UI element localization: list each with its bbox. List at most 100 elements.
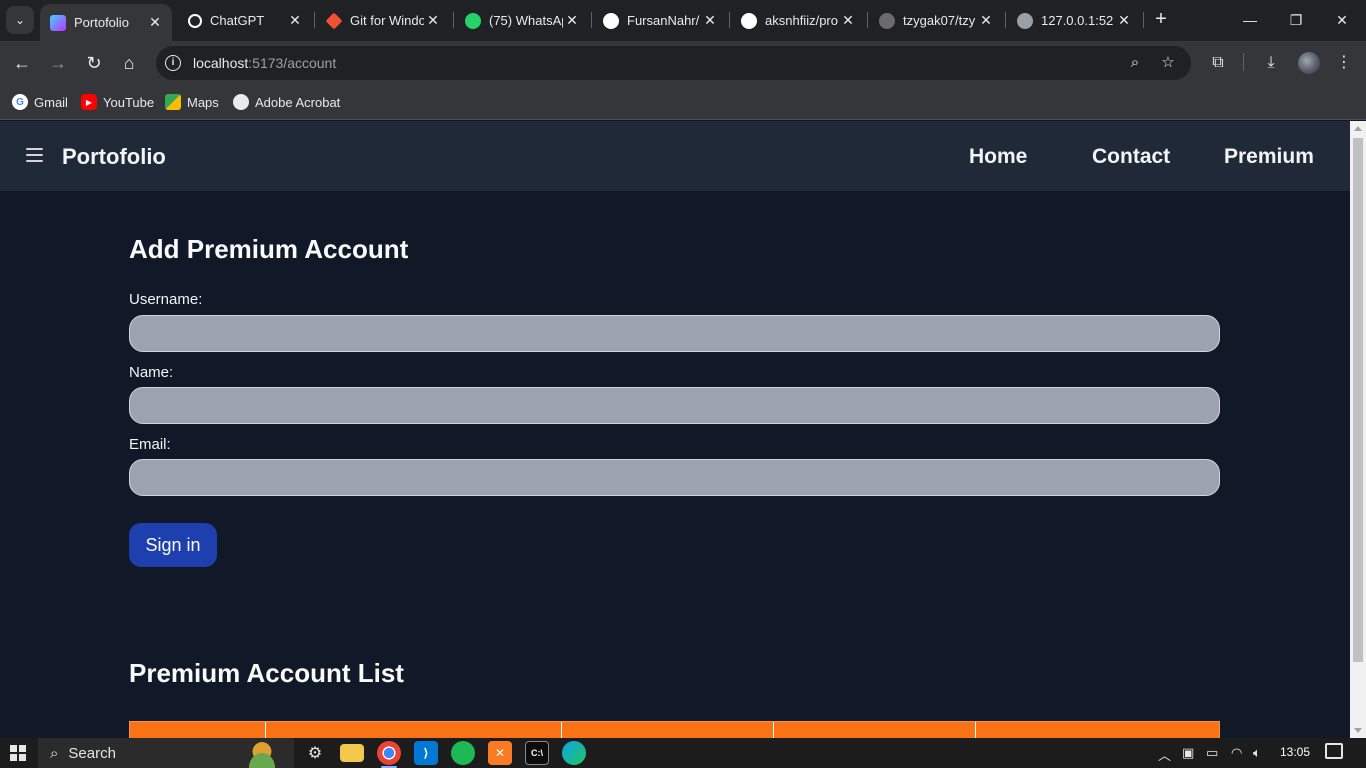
battery-icon[interactable]: ▭	[1206, 745, 1218, 761]
browser-tab-aksnhfiiz[interactable]: aksnhfiiz/pro ✕	[731, 4, 865, 37]
tab-title: tzygak07/tzy	[903, 13, 976, 28]
whatsapp-icon	[465, 12, 481, 29]
zoom-icon[interactable]: ⌕	[1125, 53, 1145, 73]
restore-icon[interactable]: ❐	[1276, 8, 1316, 32]
close-tab-icon[interactable]: ✕	[977, 12, 995, 29]
github-icon	[603, 12, 619, 29]
close-tab-icon[interactable]: ✕	[701, 12, 719, 29]
email-input[interactable]	[129, 459, 1220, 496]
address-bar[interactable]: i localhost:5173/account ⌕ ☆	[156, 46, 1191, 80]
browser-tab-fursannahr[interactable]: FursanNahr/ ✕	[593, 4, 727, 37]
bookmark-label: Maps	[187, 94, 219, 110]
sign-in-button[interactable]: Sign in	[129, 523, 217, 567]
username-label: Username:	[129, 291, 203, 308]
back-arrow-icon[interactable]: ←	[9, 50, 35, 76]
close-tab-icon[interactable]: ✕	[146, 14, 164, 31]
tab-search-button[interactable]: ⌄	[6, 6, 34, 34]
search-highlight-image	[236, 738, 288, 768]
tab-separator	[453, 12, 454, 28]
scrollbar-thumb[interactable]	[1353, 138, 1363, 662]
profile-avatar[interactable]	[1298, 52, 1320, 74]
bookmark-adobe-acrobat[interactable]: Adobe Acrobat	[233, 92, 340, 112]
tab-title: (75) WhatsAp	[489, 13, 563, 28]
close-tab-icon[interactable]: ✕	[424, 12, 442, 29]
email-label: Email:	[129, 436, 171, 453]
tab-separator	[867, 12, 868, 28]
taskbar-search-box[interactable]: ⌕ Search	[38, 738, 294, 768]
browser-tab-tzygak07[interactable]: tzygak07/tzy ✕	[869, 4, 1003, 37]
browser-tab-chatgpt[interactable]: ChatGPT ✕	[178, 4, 312, 37]
browser-tab-portofolio[interactable]: Portofolio ✕	[40, 4, 172, 41]
google-icon: G	[12, 94, 28, 110]
page-viewport: Portofolio Home Contact Premium Add Prem…	[0, 121, 1350, 738]
bookmark-label: Gmail	[34, 94, 68, 110]
close-tab-icon[interactable]: ✕	[1115, 12, 1133, 29]
close-tab-icon[interactable]: ✕	[839, 12, 857, 29]
forward-arrow-icon[interactable]: →	[45, 50, 71, 76]
bookmark-youtube[interactable]: ▶ YouTube	[81, 92, 154, 112]
nav-link-home[interactable]: Home	[969, 145, 1027, 169]
maps-icon	[165, 94, 181, 110]
address-url[interactable]: localhost:5173/account	[193, 55, 336, 71]
edge-icon[interactable]	[562, 741, 586, 765]
chrome-icon[interactable]	[377, 741, 401, 768]
git-icon	[325, 12, 343, 29]
bookmark-label: YouTube	[103, 94, 155, 110]
windows-start-icon[interactable]	[10, 745, 26, 761]
globe-icon	[1017, 12, 1033, 29]
vscode-icon[interactable]: ⟩	[414, 741, 438, 765]
bookmark-star-icon[interactable]: ☆	[1158, 53, 1178, 73]
close-tab-icon[interactable]: ✕	[286, 12, 304, 29]
minimize-icon[interactable]: —	[1230, 8, 1270, 32]
scroll-up-arrow-icon[interactable]	[1354, 126, 1362, 131]
browser-tab-localhost-ip[interactable]: 127.0.0.1:52 ✕	[1007, 4, 1141, 37]
page-scrollbar[interactable]	[1350, 121, 1366, 738]
nav-link-premium[interactable]: Premium	[1224, 145, 1314, 169]
settings-gear-icon[interactable]: ⚙	[303, 741, 327, 765]
app-navbar: Portofolio Home Contact Premium	[0, 121, 1350, 191]
nav-link-contact[interactable]: Contact	[1092, 145, 1170, 169]
new-tab-button[interactable]: +	[1150, 8, 1172, 32]
volume-icon[interactable]: 🔈︎	[1253, 745, 1261, 761]
wifi-icon[interactable]: ◠	[1231, 745, 1242, 761]
reload-icon[interactable]: ↻	[81, 50, 107, 76]
site-info-icon[interactable]: i	[165, 55, 181, 71]
file-explorer-icon[interactable]	[340, 744, 364, 762]
bookmark-maps[interactable]: Maps	[165, 92, 219, 112]
brand-logo-text[interactable]: Portofolio	[62, 144, 166, 170]
youtube-icon: ▶	[81, 94, 97, 110]
notification-center-icon[interactable]	[1325, 743, 1343, 759]
scroll-down-arrow-icon[interactable]	[1354, 728, 1362, 733]
bookmark-gmail[interactable]: G Gmail	[12, 92, 68, 112]
browser-tab-whatsapp[interactable]: (75) WhatsAp ✕	[455, 4, 589, 37]
spotify-icon[interactable]	[451, 741, 475, 765]
table-header-cell	[562, 722, 774, 738]
close-tab-icon[interactable]: ✕	[563, 12, 581, 29]
menu-kebab-icon[interactable]: ⋮	[1332, 51, 1356, 75]
search-icon: ⌕	[50, 744, 59, 762]
taskbar-clock[interactable]: 13:05	[1280, 745, 1310, 759]
tray-chevron-up-icon[interactable]: ︿	[1158, 745, 1171, 764]
windows-taskbar: ⌕ Search ⚙ ⟩ ✕ C:\ ︿ ▣ ▭ ◠ 🔈︎ 13:05	[0, 738, 1366, 768]
vite-icon	[50, 14, 66, 31]
tab-separator	[729, 12, 730, 28]
home-icon[interactable]: ⌂	[116, 50, 142, 76]
extensions-icon[interactable]: ⧉	[1206, 51, 1230, 75]
github-icon	[879, 12, 895, 29]
hamburger-menu-icon[interactable]	[26, 148, 43, 162]
username-input[interactable]	[129, 315, 1220, 352]
close-window-icon[interactable]: ✕	[1322, 8, 1362, 32]
tab-title: aksnhfiiz/pro	[765, 13, 838, 28]
table-header-cell	[266, 722, 562, 738]
browser-tab-git[interactable]: Git for Windo ✕	[316, 4, 450, 37]
tab-title: ChatGPT	[210, 13, 265, 28]
download-icon[interactable]: ⤓	[1259, 51, 1283, 75]
xampp-icon[interactable]: ✕	[488, 741, 512, 765]
table-header-cell	[774, 722, 976, 738]
tab-title: Portofolio	[74, 15, 129, 30]
browser-tab-strip: ⌄ Portofolio ✕ ChatGPT ✕ Git for Windo ✕…	[0, 0, 1366, 41]
name-input[interactable]	[129, 387, 1220, 424]
terminal-icon[interactable]: C:\	[525, 741, 549, 765]
url-path: :5173/account	[248, 55, 337, 71]
tray-device-icon[interactable]: ▣	[1182, 745, 1194, 761]
